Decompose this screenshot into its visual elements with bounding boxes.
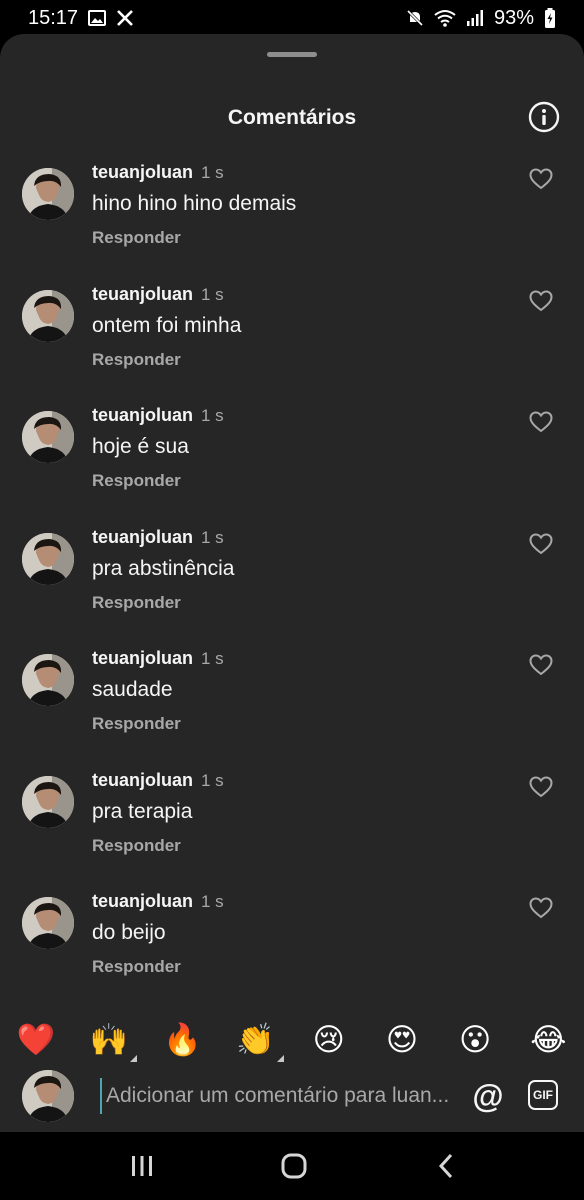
- user-avatar[interactable]: [22, 289, 74, 342]
- user-avatar[interactable]: [22, 168, 74, 220]
- sheet-title: Comentários: [227, 106, 357, 129]
- reply-button[interactable]: Responder: [92, 593, 181, 613]
- mention-button[interactable]: @: [470, 1078, 506, 1114]
- user-avatar[interactable]: [22, 532, 74, 585]
- comment-item: teuanjoluan 1 s do beijo Responder: [0, 891, 584, 1011]
- user-avatar[interactable]: [22, 654, 74, 706]
- mute-icon: [406, 9, 424, 27]
- comment-timestamp: 1 s: [201, 163, 224, 182]
- reply-button[interactable]: Responder: [92, 836, 181, 856]
- reaction-emoji[interactable]: 😮: [455, 1020, 495, 1060]
- like-button[interactable]: [528, 774, 554, 800]
- comment-item: teuanjoluan 1 s saudade Responder: [0, 648, 584, 768]
- comment-timestamp: 1 s: [201, 892, 224, 911]
- home-icon: [281, 1153, 307, 1179]
- comment-username[interactable]: teuanjoluan: [92, 405, 193, 426]
- comments-sheet: Comentários teuanjoluan 1 s hino hino hino…: [0, 34, 584, 1132]
- reply-button[interactable]: Responder: [92, 957, 181, 977]
- user-avatar[interactable]: [22, 897, 74, 949]
- reaction-emoji[interactable]: 🔥: [162, 1020, 202, 1060]
- heart-icon: [529, 654, 553, 676]
- like-button[interactable]: [528, 409, 554, 435]
- reaction-emoji[interactable]: 👏: [236, 1020, 284, 1062]
- comment-text: do beijo: [92, 921, 166, 944]
- comment-item: teuanjoluan 1 s hino hino hino demais Respo…: [0, 162, 584, 282]
- home-button[interactable]: [274, 1148, 314, 1184]
- comment-timestamp: 1 s: [201, 406, 224, 425]
- reply-button[interactable]: Responder: [92, 714, 181, 734]
- reaction-emoji[interactable]: 😂: [528, 1020, 568, 1060]
- comment-username[interactable]: teuanjoluan: [92, 648, 193, 669]
- recents-button[interactable]: [122, 1148, 162, 1184]
- more-variants-indicator: [130, 1055, 138, 1062]
- like-button[interactable]: [528, 652, 554, 678]
- recents-icon: [132, 1156, 152, 1176]
- comment-item: teuanjoluan 1 s pra abstinência Responder: [0, 527, 584, 647]
- user-avatar[interactable]: [22, 775, 74, 828]
- comment-text: saudade: [92, 678, 173, 701]
- heart-icon: [529, 897, 553, 919]
- reaction-emoji[interactable]: ❤️: [16, 1020, 56, 1060]
- gif-button[interactable]: GIF: [528, 1080, 558, 1110]
- reaction-emoji[interactable]: 😢: [309, 1020, 349, 1060]
- battery-charging-icon: [544, 8, 556, 28]
- reply-button[interactable]: Responder: [92, 228, 181, 248]
- comment-timestamp: 1 s: [201, 649, 224, 668]
- comment-timestamp: 1 s: [201, 284, 224, 304]
- comment-username[interactable]: teuanjoluan: [92, 162, 193, 183]
- comment-username[interactable]: teuanjoluan: [92, 284, 193, 305]
- info-icon: [528, 101, 560, 133]
- comment-item: teuanjoluan 1 s ontem foi minha Responder: [0, 284, 584, 404]
- heart-icon: [529, 168, 553, 190]
- drag-handle[interactable]: [267, 52, 317, 57]
- like-button[interactable]: [528, 288, 554, 314]
- reaction-emoji[interactable]: 🙌: [89, 1020, 138, 1062]
- like-button[interactable]: [528, 166, 554, 192]
- comment-item: teuanjoluan 1 s hoje é sua Responder: [0, 405, 584, 525]
- heart-icon: [529, 411, 553, 433]
- comment-text: pra abstinência: [92, 556, 235, 580]
- comment-text: hoje é sua: [92, 435, 189, 458]
- comment-username[interactable]: teuanjoluan: [92, 770, 193, 791]
- heart-icon: [529, 532, 553, 554]
- like-button[interactable]: [528, 895, 554, 921]
- comment-timestamp: 1 s: [201, 527, 224, 547]
- reply-button[interactable]: Responder: [92, 471, 181, 491]
- comment-input[interactable]: [100, 1078, 450, 1114]
- reaction-emoji[interactable]: 😍: [382, 1020, 422, 1060]
- navigation-bar: [0, 1132, 584, 1200]
- status-time: 15:17: [28, 6, 79, 29]
- reply-button[interactable]: Responder: [92, 350, 181, 370]
- comment-item: teuanjoluan 1 s pra terapia Responder: [0, 770, 584, 890]
- heart-icon: [529, 289, 553, 311]
- like-button[interactable]: [528, 531, 554, 557]
- back-icon: [438, 1153, 453, 1179]
- info-button[interactable]: [528, 101, 560, 133]
- heart-icon: [529, 775, 553, 797]
- comment-timestamp: 1 s: [201, 770, 224, 790]
- comment-text: pra terapia: [92, 799, 193, 823]
- comment-text: ontem foi minha: [92, 313, 242, 337]
- composer-avatar: [22, 1070, 74, 1122]
- comment-username[interactable]: teuanjoluan: [92, 891, 193, 912]
- user-avatar[interactable]: [22, 411, 74, 463]
- signal-icon: [466, 10, 484, 26]
- comment-username[interactable]: teuanjoluan: [92, 527, 193, 548]
- status-bar: 15:17 93%: [0, 0, 584, 36]
- battery-level: 93%: [493, 6, 534, 29]
- wifi-icon: [434, 9, 456, 27]
- gallery-icon: [88, 10, 107, 26]
- back-button[interactable]: [426, 1148, 466, 1184]
- comment-text: hino hino hino demais: [92, 192, 297, 215]
- x-logo-icon: [116, 9, 134, 27]
- more-variants-indicator: [276, 1055, 284, 1062]
